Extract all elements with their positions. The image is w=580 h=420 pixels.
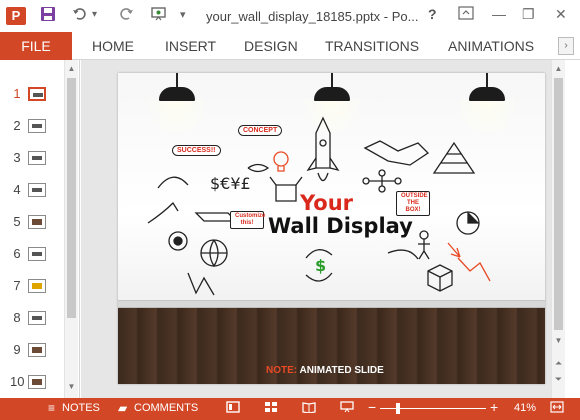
slide-number: 8 (13, 310, 21, 325)
tab-transitions[interactable]: TRANSITIONS (325, 32, 419, 60)
slide-editing-area: $€¥£ $ SUCCESS!! CONCEPT Customize this!… (81, 60, 565, 398)
thumbnail-slide-1[interactable]: 1 (0, 84, 62, 104)
close-button[interactable]: ✕ (555, 6, 567, 23)
slide-number: 2 (13, 118, 21, 133)
bubble-concept: CONCEPT (238, 125, 283, 136)
slide-thumbnail-image (28, 151, 46, 165)
zoom-slider-knob[interactable] (396, 403, 400, 414)
slide-note: NOTE: ANIMATED SLIDE (266, 365, 384, 376)
customize-toolbar-icon[interactable]: ▾ (180, 8, 186, 21)
slide-sorter-view-icon[interactable] (264, 401, 278, 416)
thumbnail-slide-4[interactable]: 4 (0, 180, 62, 200)
slide-thumbnail-pane: 1 2 3 4 5 6 7 8 9 10 ▲ ▼ (0, 60, 80, 398)
tab-file[interactable]: FILE (0, 32, 72, 60)
thumbnail-slide-8[interactable]: 8 (0, 308, 62, 328)
reading-view-icon[interactable] (302, 401, 316, 416)
scroll-down-arrow-icon[interactable]: ▼ (65, 380, 78, 394)
save-icon[interactable] (40, 6, 56, 25)
thumbnail-slide-2[interactable]: 2 (0, 116, 62, 136)
thumbnail-slide-6[interactable]: 6 (0, 244, 62, 264)
bubble-success: SUCCESS!! (172, 145, 221, 156)
thumbnail-slide-9[interactable]: 9 (0, 340, 62, 360)
previous-slide-icon[interactable]: ⏶ (552, 356, 565, 370)
zoom-in-button[interactable]: + (490, 399, 498, 415)
slide-number: 4 (13, 182, 21, 197)
ribbon-display-options-icon[interactable] (458, 6, 474, 23)
slide-title-line-2: Wall Display (268, 214, 413, 238)
slide-scrollbar[interactable]: ▲ ▼ ⏶ ⏷ (551, 60, 565, 398)
slide-thumbnail-image (28, 183, 46, 197)
slide-number: 1 (13, 86, 21, 101)
ribbon-scroll-right-button[interactable]: › (558, 37, 574, 55)
doodle-illustrations: $€¥£ $ (147, 116, 491, 296)
thumbnail-scrollbar[interactable]: ▲ ▼ (64, 60, 78, 398)
start-from-beginning-icon[interactable] (150, 6, 168, 25)
thumbnail-slide-7[interactable]: 7 (0, 276, 62, 296)
slide-thumbnail-image (28, 279, 46, 293)
current-slide[interactable]: $€¥£ $ SUCCESS!! CONCEPT Customize this!… (118, 73, 545, 384)
ribbon-tabs: FILE HOME INSERT DESIGN TRANSITIONS ANIM… (0, 32, 580, 60)
thumbnail-slide-3[interactable]: 3 (0, 148, 62, 168)
comments-button[interactable]: COMMENTS (134, 402, 198, 414)
tab-animations[interactable]: ANIMATIONS (448, 32, 534, 60)
bubble-outside-the-box: OUTSIDE THE BOX! (396, 191, 430, 216)
slide-thumbnail-image (28, 375, 46, 389)
redo-icon[interactable] (118, 6, 134, 25)
zoom-out-button[interactable]: − (368, 399, 376, 415)
restore-button[interactable]: ❐ (522, 6, 535, 23)
tab-design[interactable]: DESIGN (244, 32, 298, 60)
slide-number: 6 (13, 246, 21, 261)
slide-number: 5 (13, 214, 21, 229)
undo-icon[interactable] (72, 6, 88, 25)
scrollbar-thumb[interactable] (67, 78, 76, 318)
fit-slide-to-window-icon[interactable] (550, 401, 564, 416)
svg-text:$€¥£: $€¥£ (210, 174, 251, 193)
slide-thumbnail-image (28, 311, 46, 325)
thumbnail-slide-5[interactable]: 5 (0, 212, 62, 232)
slide-number: 3 (13, 150, 21, 165)
slide-number: 10 (10, 374, 25, 389)
bubble-customize: Customize this! (230, 211, 265, 229)
note-text: ANIMATED SLIDE (297, 365, 384, 376)
window-title: your_wall_display_18185.pptx - Po... (206, 9, 419, 24)
notes-button[interactable]: NOTES (62, 402, 100, 414)
undo-dropdown-icon[interactable]: ▾ (92, 9, 97, 20)
slide-thumbnail-image (28, 119, 46, 133)
svg-text:$: $ (315, 256, 326, 275)
zoom-level[interactable]: 41% (514, 402, 536, 414)
slide-number: 9 (13, 342, 21, 357)
next-slide-icon[interactable]: ⏷ (552, 372, 565, 386)
tab-insert[interactable]: INSERT (165, 32, 216, 60)
note-label: NOTE: (266, 365, 298, 376)
thumbnail-slide-10[interactable]: 10 (0, 372, 62, 392)
slide-show-icon[interactable] (340, 401, 354, 416)
comments-icon: ▰ (118, 401, 128, 415)
slide-thumbnail-image (28, 247, 46, 261)
scroll-up-arrow-icon[interactable]: ▲ (65, 62, 78, 76)
normal-view-icon[interactable] (226, 401, 240, 416)
slide-thumbnail-image (28, 343, 46, 357)
scroll-down-arrow-icon[interactable]: ▼ (552, 334, 565, 348)
slide-thumbnail-image (28, 87, 46, 101)
tab-home[interactable]: HOME (92, 32, 134, 60)
scroll-up-arrow-icon[interactable]: ▲ (552, 62, 565, 76)
minimize-button[interactable]: — (492, 6, 506, 22)
scrollbar-thumb[interactable] (554, 78, 563, 330)
wall-baseboard (118, 300, 545, 308)
slide-thumbnail-image (28, 215, 46, 229)
slide-title-line-1: Your (300, 191, 354, 215)
help-button[interactable]: ? (428, 6, 437, 22)
powerpoint-icon: P (6, 7, 26, 25)
notes-icon: ≡ (48, 401, 56, 415)
slide-number: 7 (13, 278, 21, 293)
status-bar: ≡ NOTES ▰ COMMENTS − + 41% (0, 398, 580, 420)
title-bar: P ▾ ▾ your_wall_display_18185.pptx - Po.… (0, 0, 580, 32)
